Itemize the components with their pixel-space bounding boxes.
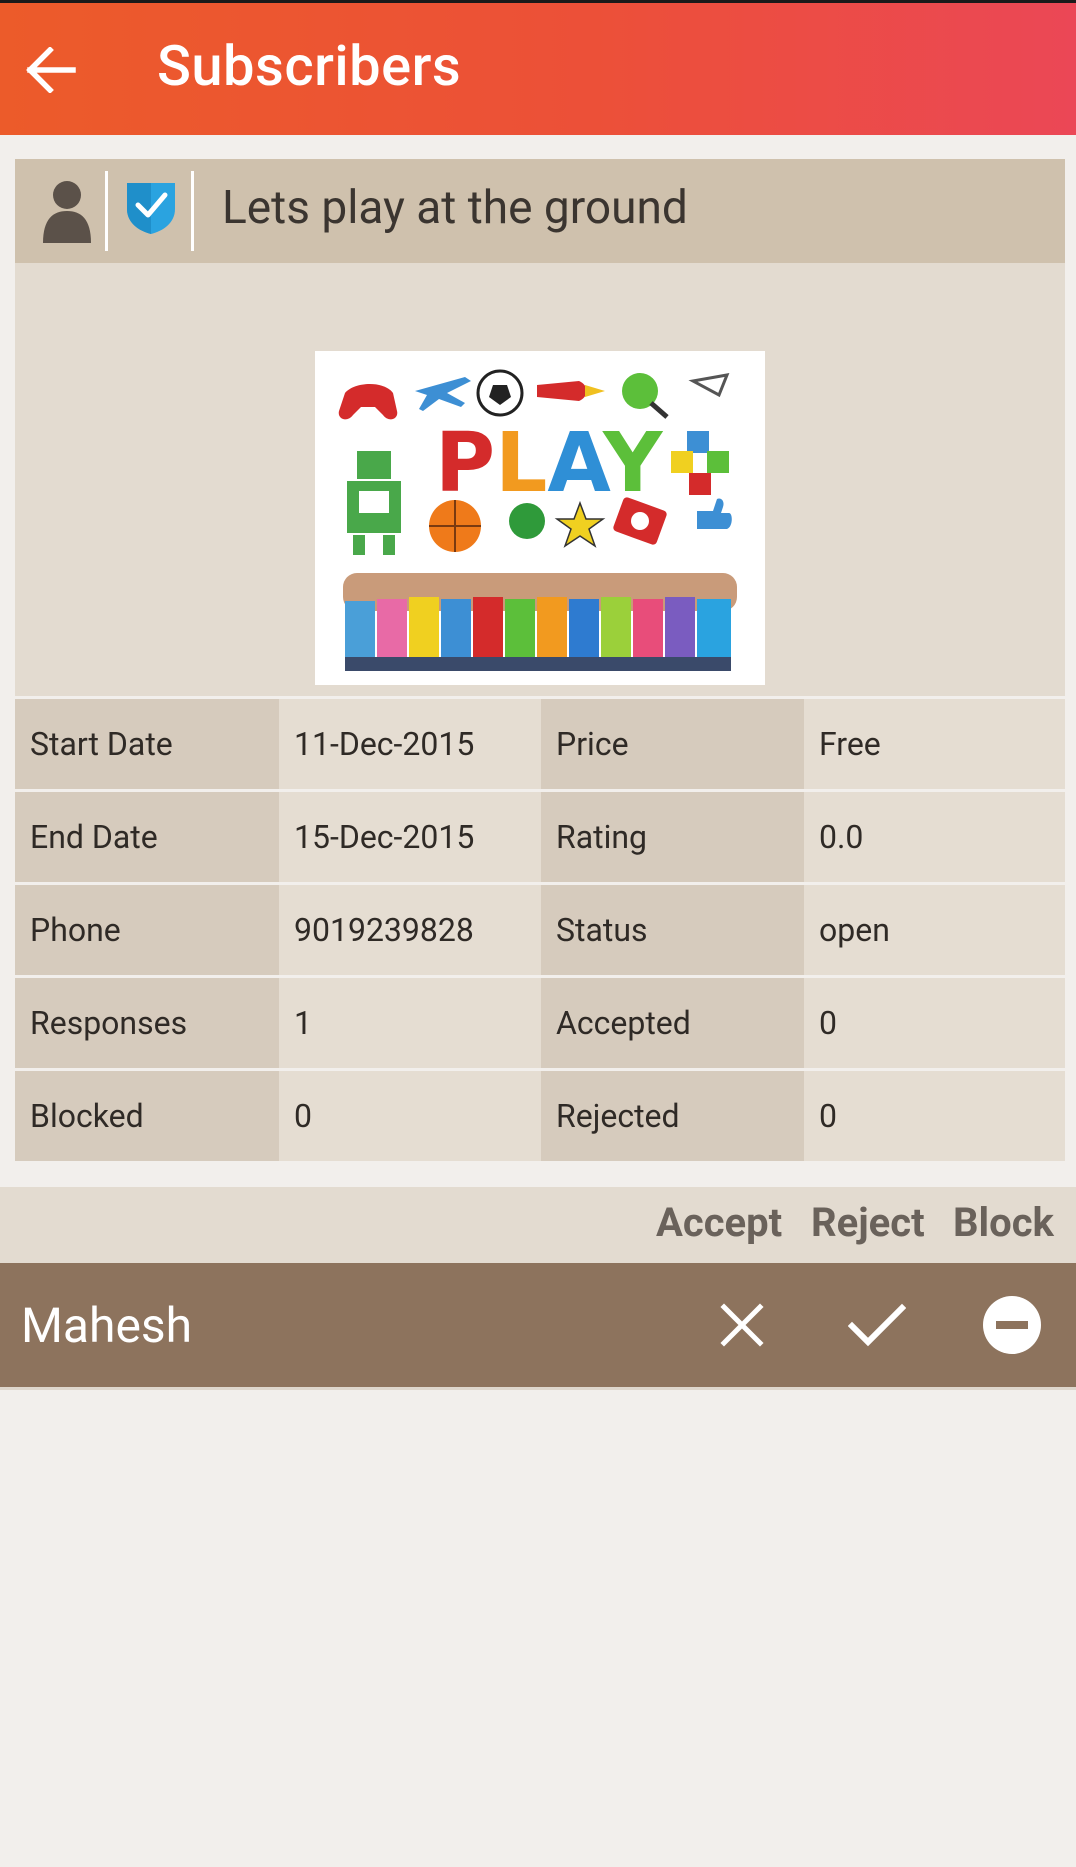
subscriber-row: Mahesh (0, 1263, 1076, 1387)
minus-circle-icon (983, 1296, 1041, 1354)
reject-header-label: Reject (811, 1199, 925, 1246)
accept-header-label: Accept (656, 1199, 783, 1246)
table-row: Phone 9019239828 Status open (15, 882, 1065, 975)
detail-value: 1 (279, 978, 541, 1068)
close-icon (720, 1303, 764, 1347)
event-image-area: PLAY (15, 263, 1065, 696)
check-icon (848, 1303, 906, 1347)
detail-label: Rating (541, 792, 804, 882)
user-silhouette-icon[interactable] (35, 177, 99, 245)
detail-label: Accepted (541, 978, 804, 1068)
table-row: Start Date 11-Dec-2015 Price Free (15, 696, 1065, 789)
detail-label: Price (541, 699, 804, 789)
header-divider (191, 171, 194, 251)
table-row: Blocked 0 Rejected 0 (15, 1068, 1065, 1161)
event-image[interactable]: PLAY (315, 351, 765, 685)
detail-value: 0 (804, 978, 1065, 1068)
header-divider (105, 171, 108, 251)
detail-label: End Date (15, 792, 279, 882)
block-button[interactable] (980, 1293, 1044, 1357)
detail-value: Free (804, 699, 1065, 789)
subscriber-name: Mahesh (21, 1297, 193, 1354)
detail-value: 0 (804, 1071, 1065, 1161)
detail-value: open (804, 885, 1065, 975)
page-title: Subscribers (157, 33, 462, 99)
detail-label: Responses (15, 978, 279, 1068)
list-divider (0, 1387, 1076, 1390)
detail-label: Phone (15, 885, 279, 975)
event-details-table: Start Date 11-Dec-2015 Price Free End Da… (15, 696, 1065, 1161)
table-row: End Date 15-Dec-2015 Rating 0.0 (15, 789, 1065, 882)
verified-shield-icon (127, 183, 175, 234)
subscriber-actions-header: Accept Reject Block (0, 1187, 1076, 1263)
back-button[interactable] (22, 41, 80, 99)
play-logo-text: PLAY (435, 416, 664, 511)
arrow-left-icon (26, 47, 76, 93)
event-title: Lets play at the ground (222, 181, 688, 235)
detail-label: Blocked (15, 1071, 279, 1161)
event-card-header: Lets play at the ground (15, 159, 1065, 263)
accept-button[interactable] (845, 1293, 909, 1357)
app-bar: Subscribers (0, 3, 1076, 135)
detail-label: Start Date (15, 699, 279, 789)
detail-value: 15-Dec-2015 (279, 792, 541, 882)
detail-value: 9019239828 (279, 885, 541, 975)
detail-label: Rejected (541, 1071, 804, 1161)
detail-value: 0.0 (804, 792, 1065, 882)
block-header-label: Block (953, 1199, 1054, 1246)
detail-label: Status (541, 885, 804, 975)
event-card: Lets play at the ground PLAY Start Date … (15, 159, 1065, 1161)
detail-value: 11-Dec-2015 (279, 699, 541, 789)
reject-button[interactable] (710, 1293, 774, 1357)
detail-value: 0 (279, 1071, 541, 1161)
table-row: Responses 1 Accepted 0 (15, 975, 1065, 1068)
